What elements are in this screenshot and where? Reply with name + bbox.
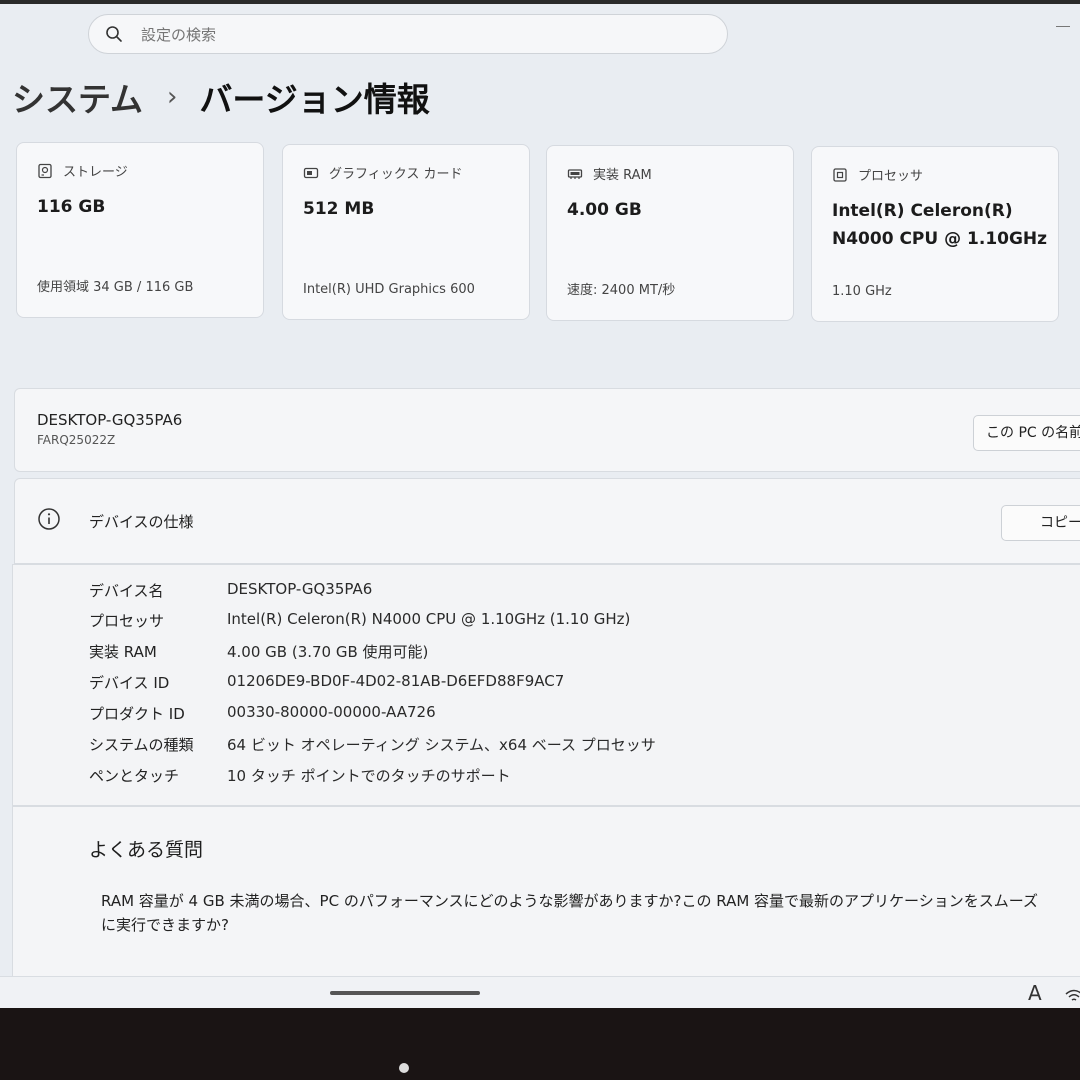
spec-value[interactable]: DESKTOP-GQ35PA6 — [227, 580, 372, 598]
ram-card-value: 4.00 GB — [567, 200, 642, 220]
storage-icon — [38, 163, 52, 178]
faq-title: よくある質問 — [89, 839, 204, 861]
ram-icon — [567, 168, 583, 179]
settings-window: システム › バージョン情報 ストレージ 116 GB 使用領域 34 GB /… — [0, 0, 1080, 1008]
processor-card-value: Intel(R) Celeron(R) N4000 CPU @ 1.10GHz — [832, 201, 1048, 249]
graphics-card-icon — [303, 167, 319, 178]
storage-card-label: ストレージ — [63, 165, 128, 180]
wifi-icon[interactable] — [1064, 987, 1080, 1005]
graphics-card-label: グラフィックス カード — [329, 167, 463, 182]
graphics-card-value: 512 MB — [303, 199, 375, 219]
graphics-card-detail: Intel(R) UHD Graphics 600 — [303, 282, 475, 297]
search-input[interactable] — [139, 23, 703, 47]
spec-value[interactable]: 00330-80000-00000-AA726 — [227, 703, 436, 721]
device-model: FARQ25022Z — [37, 433, 116, 447]
spec-key: デバイス名 — [89, 582, 164, 600]
copy-specs-button[interactable]: コピー — [1001, 505, 1080, 541]
spec-value[interactable]: 64 ビット オペレーティング システム、x64 ベース プロセッサ — [227, 734, 656, 755]
spec-key: プロダクト ID — [89, 705, 185, 723]
ime-indicator[interactable]: A — [1028, 981, 1042, 1005]
ram-card[interactable]: 実装 RAM 4.00 GB 速度: 2400 MT/秒 — [546, 145, 794, 321]
spec-value[interactable]: 4.00 GB (3.70 GB 使用可能) — [227, 641, 428, 662]
spec-value[interactable]: 10 タッチ ポイントでのタッチのサポート — [227, 765, 511, 786]
page-title: バージョン情報 — [199, 80, 430, 119]
spec-value[interactable]: 01206DE9-BD0F-4D02-81AB-D6EFD88F9AC7 — [227, 672, 564, 690]
device-camera-dot — [399, 1063, 409, 1073]
faq-question-line-2: に実行できますか? — [101, 916, 229, 934]
spec-key: 実装 RAM — [89, 643, 157, 661]
faq-question-link[interactable]: RAM 容量が 4 GB 未満の場合、PC のパフォーマンスにどのような影響があ… — [101, 889, 1080, 937]
faq-question-line-1: RAM 容量が 4 GB 未満の場合、PC のパフォーマンスにどのような影響があ… — [101, 892, 1039, 910]
processor-card[interactable]: プロセッサ Intel(R) Celeron(R) N4000 CPU @ 1.… — [811, 146, 1059, 322]
search-box[interactable] — [88, 14, 728, 54]
ram-card-label: 実装 RAM — [593, 168, 652, 183]
device-specs-title: デバイスの仕様 — [89, 513, 194, 531]
spec-key: プロセッサ — [89, 612, 165, 630]
search-icon — [106, 26, 122, 42]
spec-key: デバイス ID — [89, 674, 170, 692]
window-top-border — [0, 0, 1080, 4]
spec-value[interactable]: Intel(R) Celeron(R) N4000 CPU @ 1.10GHz … — [227, 610, 630, 628]
graphics-card-card[interactable]: グラフィックス カード 512 MB Intel(R) UHD Graphics… — [282, 144, 530, 320]
device-specs-header[interactable]: デバイスの仕様 コピー — [14, 478, 1080, 564]
device-name: DESKTOP-GQ35PA6 — [37, 411, 183, 429]
ram-card-detail: 速度: 2400 MT/秒 — [567, 283, 676, 298]
processor-card-label: プロセッサ — [858, 169, 924, 184]
taskbar: A — [0, 976, 1080, 1008]
breadcrumb-system-link[interactable]: システム — [12, 73, 143, 121]
processor-card-detail: 1.10 GHz — [832, 284, 892, 299]
breadcrumb: システム › バージョン情報 — [12, 72, 430, 122]
minimize-button[interactable] — [1056, 26, 1070, 27]
chevron-right-icon: › — [167, 82, 178, 112]
spec-key: システムの種類 — [89, 736, 194, 754]
device-specs-list: デバイス名 DESKTOP-GQ35PA6 プロセッサ Intel(R) Cel… — [12, 564, 1080, 806]
info-icon — [38, 508, 60, 530]
storage-card[interactable]: ストレージ 116 GB 使用領域 34 GB / 116 GB — [16, 142, 264, 318]
storage-card-detail: 使用領域 34 GB / 116 GB — [37, 280, 194, 295]
spec-key: ペンとタッチ — [89, 767, 180, 785]
gesture-handle[interactable] — [330, 991, 480, 995]
device-name-panel: DESKTOP-GQ35PA6 FARQ25022Z この PC の名前を変更 — [14, 388, 1080, 472]
storage-card-value: 116 GB — [37, 197, 106, 217]
faq-section: よくある質問 RAM 容量が 4 GB 未満の場合、PC のパフォーマンスにどの… — [12, 806, 1080, 986]
rename-pc-button[interactable]: この PC の名前を変更 — [973, 415, 1080, 451]
processor-icon — [833, 167, 847, 182]
